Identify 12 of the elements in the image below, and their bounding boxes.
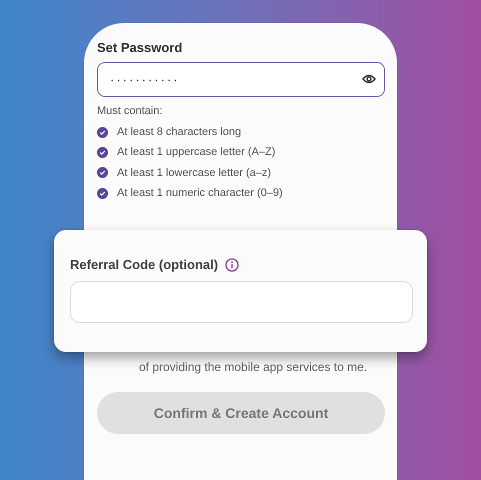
requirement-text: At least 1 uppercase letter (A–Z) xyxy=(117,146,276,158)
requirement-text: At least 8 characters long xyxy=(117,126,242,138)
eye-icon[interactable] xyxy=(362,74,376,84)
requirement-text: At least 1 lowercase letter (a–z) xyxy=(117,166,272,179)
field-label: Referral Code (optional) xyxy=(70,257,218,272)
referral-code-field[interactable] xyxy=(70,281,413,323)
consent-text: of providing the mobile app services to me. xyxy=(139,359,368,376)
requirements-heading: Must contain: xyxy=(97,105,164,117)
requirement-text: At least 1 numeric character (0–9) xyxy=(117,187,283,200)
field-label: Set Password xyxy=(97,40,184,55)
info-icon[interactable] xyxy=(225,258,240,272)
password-field[interactable]: ··········· xyxy=(97,62,385,97)
